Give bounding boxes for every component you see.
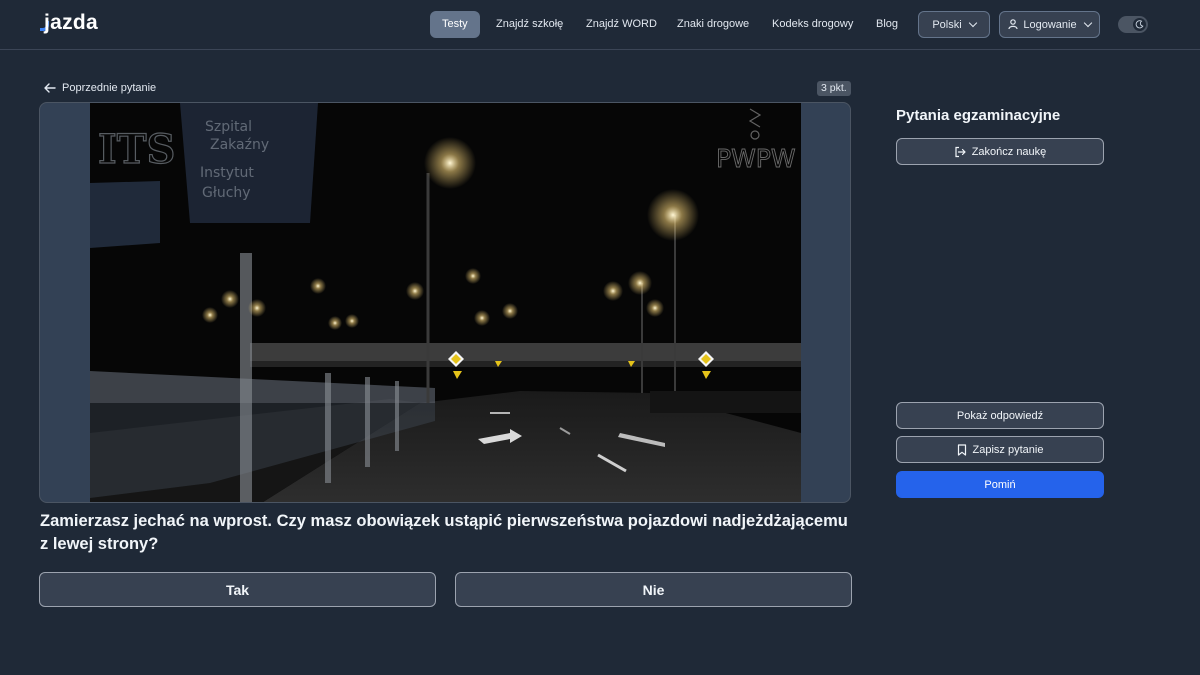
nav-road-code[interactable]: Kodeks drogowy (760, 11, 865, 38)
sign-text-1: Szpital (205, 119, 252, 135)
logo-text: jazda (44, 11, 99, 34)
watermark-pwpw: PWPW (716, 144, 796, 173)
login-label: Logowanie (1023, 18, 1077, 31)
answer-no-button[interactable]: Nie (455, 572, 852, 607)
show-answer-label: Pokaż odpowiedź (956, 409, 1044, 422)
question-media: ITS PWPW Szpital Zakaźny Instytut Głuchy (39, 102, 851, 503)
bookmark-icon (957, 443, 966, 456)
watermark-its: ITS (98, 126, 175, 173)
sign-text-4: Głuchy (202, 185, 251, 201)
finish-learning-button[interactable]: Zakończ naukę (896, 138, 1104, 165)
save-question-button[interactable]: Zapisz pytanie (896, 436, 1104, 463)
nav-blog[interactable]: Blog (864, 11, 910, 38)
nav-road-signs[interactable]: Znaki drogowe (665, 11, 761, 38)
question-text: Zamierzasz jechać na wprost. Czy masz ob… (40, 512, 848, 553)
nav-find-school[interactable]: Znajdź szkołę (484, 11, 575, 38)
save-question-label: Zapisz pytanie (972, 443, 1044, 456)
show-answer-button[interactable]: Pokaż odpowiedź (896, 402, 1104, 429)
skip-button[interactable]: Pomiń (896, 471, 1104, 498)
chevron-down-icon (1083, 18, 1092, 28)
previous-question-label: Poprzednie pytanie (62, 82, 157, 94)
nav-find-word[interactable]: Znajdź WORD (574, 11, 669, 38)
panel-title: Pytania egzaminacyjne (896, 107, 1061, 124)
night-road-scene: ITS PWPW Szpital Zakaźny Instytut Głuchy (90, 103, 801, 502)
language-select[interactable]: Polski (918, 11, 990, 38)
top-navbar: jazda Testy Znajdź szkołę Znajdź WORD Zn… (0, 0, 1200, 50)
previous-question-link[interactable]: Poprzednie pytanie (44, 80, 156, 96)
points-badge: 3 pkt. (817, 81, 851, 96)
moon-icon (1135, 20, 1144, 29)
login-dropdown[interactable]: Logowanie (999, 11, 1100, 38)
sign-text-2: Zakaźny (210, 137, 269, 153)
arrow-left-icon (44, 83, 56, 93)
sign-text-3: Instytut (200, 165, 254, 181)
nav-tests[interactable]: Testy (430, 11, 480, 38)
site-logo[interactable]: jazda (40, 11, 98, 35)
skip-label: Pomiń (984, 478, 1016, 491)
user-icon (1008, 19, 1018, 30)
language-label: Polski (932, 18, 962, 31)
finish-learning-label: Zakończ naukę (971, 145, 1047, 158)
logout-icon (955, 146, 966, 157)
chevron-down-icon (968, 18, 977, 28)
question-video[interactable]: ITS PWPW Szpital Zakaźny Instytut Głuchy (90, 103, 801, 502)
answer-yes-button[interactable]: Tak (39, 572, 436, 607)
theme-toggle[interactable] (1118, 16, 1148, 33)
